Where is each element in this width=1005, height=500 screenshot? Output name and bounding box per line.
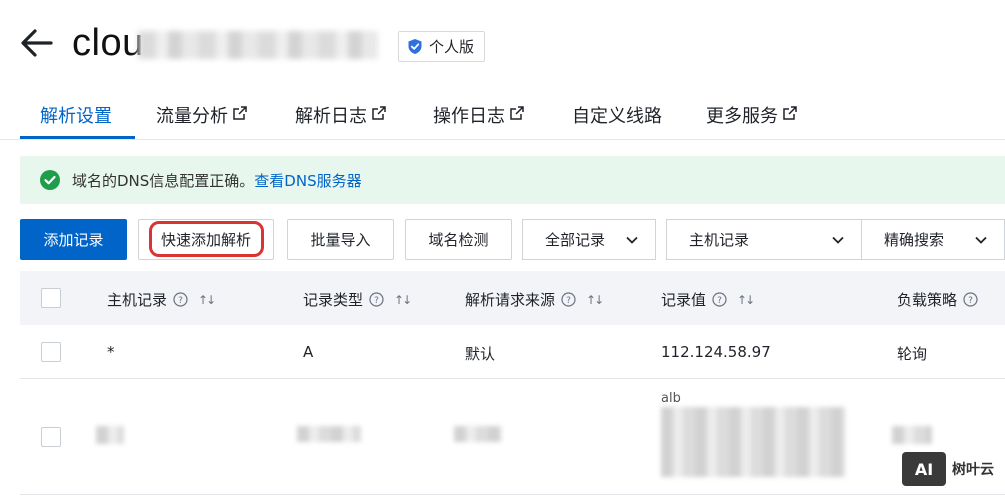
row-checkbox[interactable]: [41, 427, 61, 447]
tab-more-services[interactable]: 更多服务: [706, 102, 798, 140]
column-host[interactable]: 主机记录 ? ↑↓: [107, 289, 216, 310]
tab-label: 更多服务: [706, 106, 778, 127]
watermark-text: 树叶云: [952, 462, 994, 478]
tab-custom-lines[interactable]: 自定义线路: [572, 102, 662, 140]
tab-label: 解析设置: [40, 106, 112, 127]
table-row[interactable]: * A 默认 112.124.58.97 轮询: [20, 325, 1005, 379]
search-mode-select[interactable]: 精确搜索: [861, 219, 1005, 260]
record-filter-select[interactable]: 全部记录: [522, 219, 656, 260]
sort-icon[interactable]: ↑↓: [737, 293, 755, 307]
value-cell: 112.124.58.97: [661, 343, 771, 361]
column-label: 负载策略: [897, 291, 958, 309]
tab-label: 流量分析: [156, 106, 228, 127]
back-arrow-icon[interactable]: [20, 26, 54, 60]
sort-icon[interactable]: ↑↓: [586, 293, 604, 307]
active-tab-indicator: [20, 136, 135, 139]
svg-text:?: ?: [566, 296, 571, 306]
chevron-down-icon: [975, 236, 987, 244]
alert-text: 域名的DNS信息配置正确。: [72, 171, 255, 190]
domain-title: clou: [72, 22, 144, 64]
column-policy[interactable]: 负载策略 ?: [897, 289, 978, 310]
select-value: 精确搜索: [884, 231, 945, 249]
tab-dns-settings[interactable]: 解析设置: [40, 102, 112, 140]
edition-label: 个人版: [429, 38, 475, 56]
tab-label: 操作日志: [433, 106, 505, 127]
edition-badge: 个人版: [398, 31, 486, 62]
svg-text:?: ?: [717, 296, 722, 306]
select-value: 主机记录: [689, 231, 750, 249]
select-value: 全部记录: [545, 231, 606, 249]
tab-operation-logs[interactable]: 操作日志: [433, 102, 525, 140]
quick-add-button[interactable]: 快速添加解析: [138, 219, 274, 260]
external-link-icon: [233, 106, 247, 120]
tab-label: 自定义线路: [572, 106, 662, 127]
help-icon[interactable]: ?: [712, 292, 727, 307]
sort-icon[interactable]: ↑↓: [394, 293, 412, 307]
watermark-logo: AI: [902, 452, 946, 486]
help-icon[interactable]: ?: [963, 292, 978, 307]
sort-icon[interactable]: ↑↓: [198, 293, 216, 307]
column-type[interactable]: 记录类型 ? ↑↓: [303, 289, 412, 310]
select-all-checkbox[interactable]: [41, 288, 61, 308]
shield-check-icon: [408, 39, 422, 54]
svg-text:?: ?: [374, 296, 379, 306]
domain-check-button[interactable]: 域名检测: [405, 219, 512, 260]
table-header: 主机记录 ? ↑↓ 记录类型 ? ↑↓ 解析请求来源 ? ↑↓ 记录值 ? ↑↓…: [20, 271, 1005, 325]
tab-label: 解析日志: [295, 106, 367, 127]
row-checkbox[interactable]: [41, 342, 61, 362]
redacted-domain: [138, 31, 378, 59]
batch-import-button[interactable]: 批量导入: [287, 219, 394, 260]
tab-traffic-analysis[interactable]: 流量分析: [156, 102, 248, 140]
column-label: 记录类型: [303, 291, 364, 309]
table-row[interactable]: alb: [20, 379, 1005, 495]
redacted-host: [96, 426, 124, 444]
column-label: 记录值: [661, 291, 707, 309]
type-cell: A: [303, 343, 314, 361]
external-link-icon: [372, 106, 386, 120]
redacted-policy: [892, 426, 932, 444]
chevron-down-icon: [832, 236, 844, 244]
policy-cell: 轮询: [897, 345, 928, 363]
watermark: AI 树叶云: [902, 452, 994, 486]
tab-dns-logs[interactable]: 解析日志: [295, 102, 387, 140]
redacted-type: [297, 426, 361, 442]
help-icon[interactable]: ?: [369, 292, 384, 307]
help-icon[interactable]: ?: [173, 292, 188, 307]
host-cell: *: [107, 343, 115, 361]
success-check-icon: [40, 170, 60, 190]
column-label: 主机记录: [107, 291, 168, 309]
redacted-source: [454, 426, 502, 442]
source-cell: 默认: [465, 345, 496, 363]
add-record-button[interactable]: 添加记录: [20, 219, 127, 260]
help-icon[interactable]: ?: [561, 292, 576, 307]
redacted-value: [661, 407, 846, 477]
dns-status-alert: 域名的DNS信息配置正确。 查看DNS服务器: [20, 156, 1005, 204]
view-dns-servers-link[interactable]: 查看DNS服务器: [254, 170, 361, 191]
column-source[interactable]: 解析请求来源 ? ↑↓: [465, 289, 604, 310]
value-cell-partial: alb: [661, 391, 681, 403]
svg-text:?: ?: [968, 296, 973, 306]
chevron-down-icon: [626, 236, 638, 244]
external-link-icon: [783, 106, 797, 120]
external-link-icon: [510, 106, 524, 120]
column-label: 解析请求来源: [465, 291, 556, 309]
search-field-select[interactable]: 主机记录: [666, 219, 862, 260]
tab-bar: 解析设置 流量分析 解析日志 操作日志 自定义线路 更多服务: [0, 90, 1005, 140]
page-header: clou 个人版: [0, 0, 1005, 90]
column-value[interactable]: 记录值 ? ↑↓: [661, 289, 755, 310]
svg-text:?: ?: [178, 296, 183, 306]
